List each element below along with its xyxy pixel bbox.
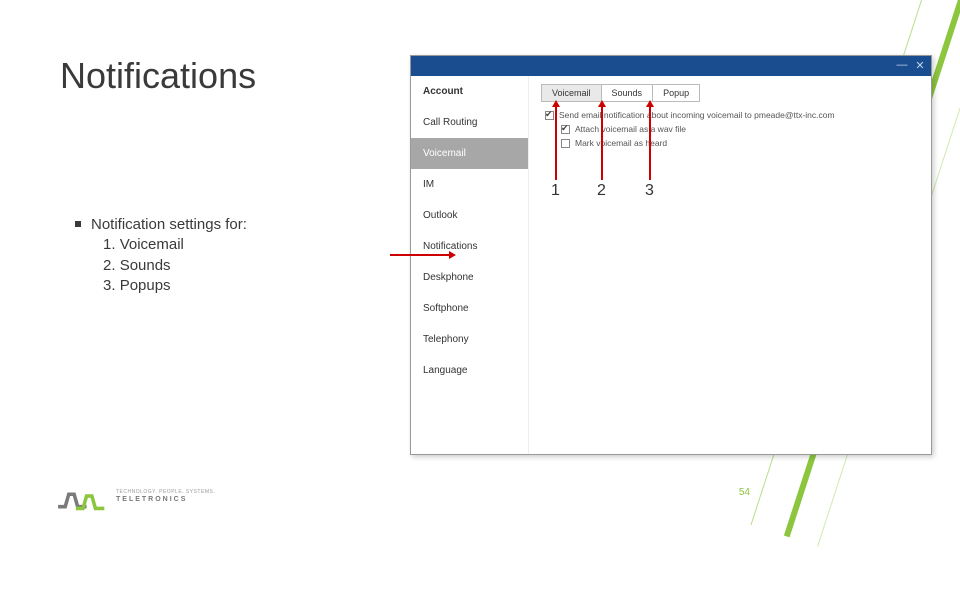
bullet-list: Notification settings for: 1. Voicemail …	[75, 215, 247, 296]
sidebar-item-language[interactable]: Language	[411, 355, 528, 386]
annotation-number: 1	[551, 182, 560, 200]
logo-icon	[56, 480, 110, 512]
annotation-arrow-icon	[555, 106, 557, 180]
annotation-arrow-icon	[601, 106, 603, 180]
list-num: 2.	[103, 257, 116, 274]
sidebar-item-call-routing[interactable]: Call Routing	[411, 107, 528, 138]
window-titlebar: — ✕	[411, 56, 931, 76]
sidebar-item-outlook[interactable]: Outlook	[411, 200, 528, 231]
sidebar-item-notifications[interactable]: Notifications	[411, 231, 528, 262]
annotation-number: 3	[645, 182, 654, 200]
list-label: Popups	[120, 277, 171, 294]
close-icon[interactable]: ✕	[913, 59, 927, 73]
brand-name: TELETRONICS	[116, 496, 215, 503]
slide-title: Notifications	[60, 55, 256, 97]
sidebar-item-softphone[interactable]: Softphone	[411, 293, 528, 324]
sidebar-item-voicemail[interactable]: Voicemail	[411, 138, 528, 169]
bullet-heading: Notification settings for:	[91, 216, 247, 233]
settings-sidebar: Account Call Routing Voicemail IM Outloo…	[411, 76, 529, 454]
sidebar-item-im[interactable]: IM	[411, 169, 528, 200]
checkbox[interactable]	[545, 111, 554, 120]
annotation-number: 2	[597, 182, 606, 200]
option-row: Mark voicemail as heard	[561, 138, 919, 148]
annotation-arrow-icon	[649, 106, 651, 180]
tab-popup[interactable]: Popup	[653, 84, 700, 102]
list-num: 3.	[103, 277, 116, 294]
annotation-arrow-icon	[390, 254, 450, 256]
option-label: Mark voicemail as heard	[575, 138, 667, 148]
page-number: 54	[739, 487, 750, 498]
settings-window: — ✕ Account Call Routing Voicemail IM Ou…	[410, 55, 932, 455]
brand-tagline: TECHNOLOGY. PEOPLE. SYSTEMS.	[116, 489, 215, 495]
list-label: Voicemail	[120, 236, 184, 253]
list-num: 1.	[103, 236, 116, 253]
sidebar-item-deskphone[interactable]: Deskphone	[411, 262, 528, 293]
sidebar-item-telephony[interactable]: Telephony	[411, 324, 528, 355]
option-row: Attach voicemail as a wav file	[561, 124, 919, 134]
checkbox[interactable]	[561, 125, 570, 134]
list-label: Sounds	[120, 257, 171, 274]
brand-logo: TECHNOLOGY. PEOPLE. SYSTEMS. TELETRONICS	[56, 480, 215, 512]
bullet-icon	[75, 221, 81, 227]
minimize-icon[interactable]: —	[895, 59, 909, 73]
settings-main: Voicemail Sounds Popup Send email notifi…	[529, 76, 931, 454]
tab-voicemail[interactable]: Voicemail	[541, 84, 602, 102]
checkbox[interactable]	[561, 139, 570, 148]
sidebar-item-account[interactable]: Account	[411, 76, 528, 107]
option-label: Attach voicemail as a wav file	[575, 124, 686, 134]
